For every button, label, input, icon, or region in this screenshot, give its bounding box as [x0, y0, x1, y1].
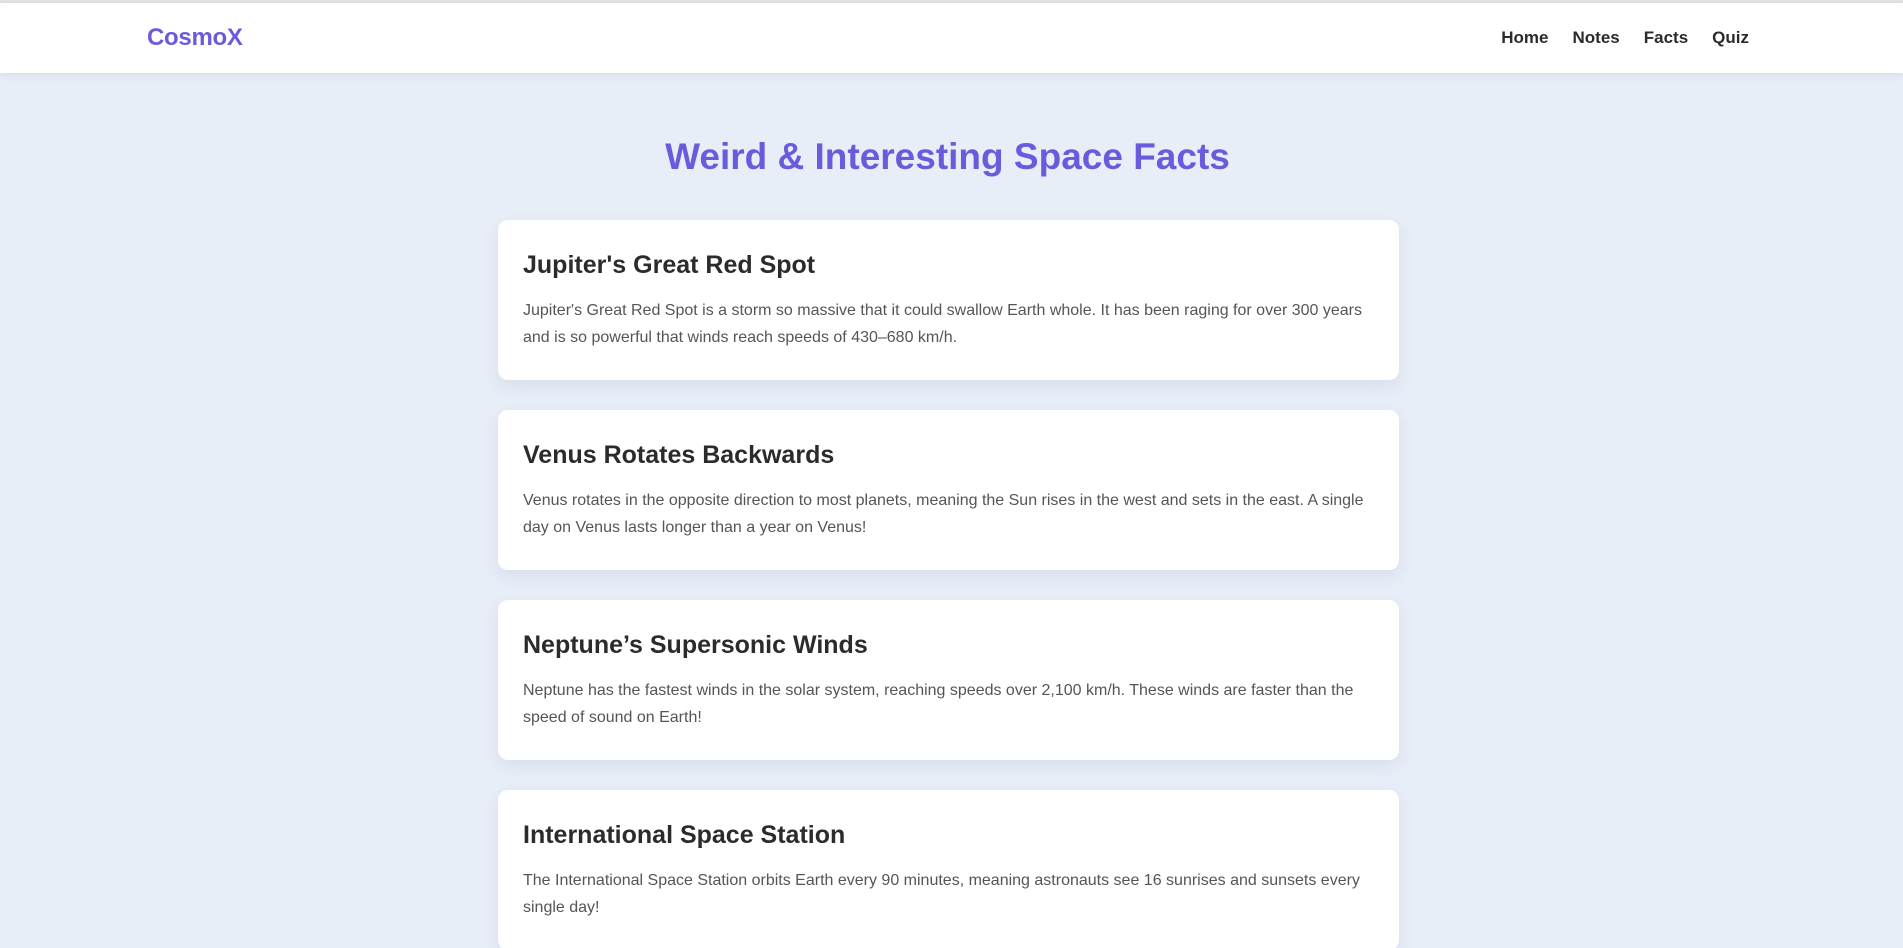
fact-title: Neptune’s Supersonic Winds	[523, 631, 868, 659]
facts-list: Jupiter's Great Red Spot Jupiter's Great…	[498, 220, 1399, 948]
nav-link-notes[interactable]: Notes	[1573, 28, 1620, 48]
nav-link-facts[interactable]: Facts	[1644, 28, 1688, 48]
fact-text: Jupiter's Great Red Spot is a storm so m…	[523, 302, 1363, 346]
fact-title: International Space Station	[523, 821, 846, 849]
navbar: CosmoX Home Notes Facts Quiz	[0, 3, 1903, 73]
logo[interactable]: CosmoX	[147, 24, 243, 52]
fact-title: Jupiter's Great Red Spot	[523, 251, 816, 279]
page-title: Weird & Interesting Space Facts	[665, 136, 1230, 177]
fact-text: The International Space Station orbits E…	[523, 872, 1360, 916]
fact-card: Jupiter's Great Red Spot Jupiter's Great…	[498, 220, 1399, 380]
nav-link-quiz[interactable]: Quiz	[1712, 28, 1749, 48]
nav-link-home[interactable]: Home	[1501, 28, 1548, 48]
fact-title: Venus Rotates Backwards	[523, 441, 835, 469]
fact-text: Neptune has the fastest winds in the sol…	[523, 682, 1354, 726]
fact-card: Neptune’s Supersonic Winds Neptune has t…	[498, 600, 1399, 760]
fact-card: International Space Station The Internat…	[498, 790, 1399, 948]
fact-text: Venus rotates in the opposite direction …	[523, 492, 1364, 536]
fact-card: Venus Rotates Backwards Venus rotates in…	[498, 410, 1399, 570]
nav-links: Home Notes Facts Quiz	[1501, 3, 1749, 73]
main-content: Weird & Interesting Space Facts Jupiter'…	[0, 73, 1903, 948]
